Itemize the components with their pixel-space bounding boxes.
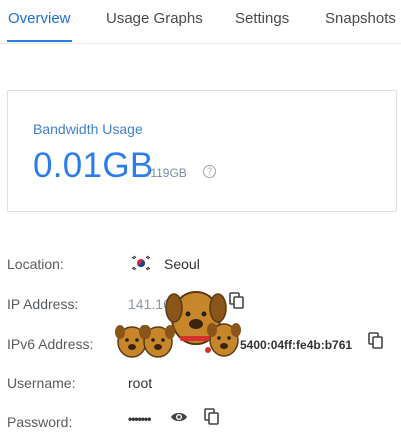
tab-snapshots[interactable]: Snapshots bbox=[325, 10, 396, 27]
password-value: ••••••• bbox=[128, 412, 151, 426]
ipv6-address-label: IPv6 Address: bbox=[7, 336, 94, 352]
copy-ipv6-icon[interactable] bbox=[368, 332, 384, 350]
username-label: Username: bbox=[7, 375, 76, 391]
tab-overview[interactable]: Overview bbox=[8, 10, 71, 27]
tab-bar: Overview Usage Graphs Settings Snapshots bbox=[0, 0, 401, 44]
ip-address-label: IP Address: bbox=[7, 296, 79, 312]
username-value: root bbox=[128, 375, 153, 391]
password-label: Password: bbox=[7, 414, 73, 430]
bandwidth-total-value: /119GB bbox=[147, 166, 187, 180]
dog-sticker-redaction bbox=[115, 291, 241, 358]
help-icon[interactable]: ? bbox=[203, 165, 216, 178]
location-label: Location: bbox=[7, 256, 64, 272]
south-korea-flag-icon bbox=[130, 255, 152, 271]
ipv6-address-value: 5400:04ff:fe4b:b761 bbox=[240, 338, 353, 352]
active-tab-indicator bbox=[7, 40, 72, 42]
show-password-eye-icon[interactable] bbox=[170, 410, 188, 424]
tab-usage-graphs[interactable]: Usage Graphs bbox=[106, 10, 203, 27]
tab-settings[interactable]: Settings bbox=[235, 10, 289, 27]
bandwidth-card: Bandwidth Usage 0.01GB /119GB ? bbox=[7, 90, 397, 212]
bandwidth-used-value: 0.01GB bbox=[33, 146, 154, 185]
location-value: Seoul bbox=[164, 256, 200, 272]
copy-password-icon[interactable] bbox=[204, 408, 220, 426]
bandwidth-label: Bandwidth Usage bbox=[33, 121, 143, 137]
